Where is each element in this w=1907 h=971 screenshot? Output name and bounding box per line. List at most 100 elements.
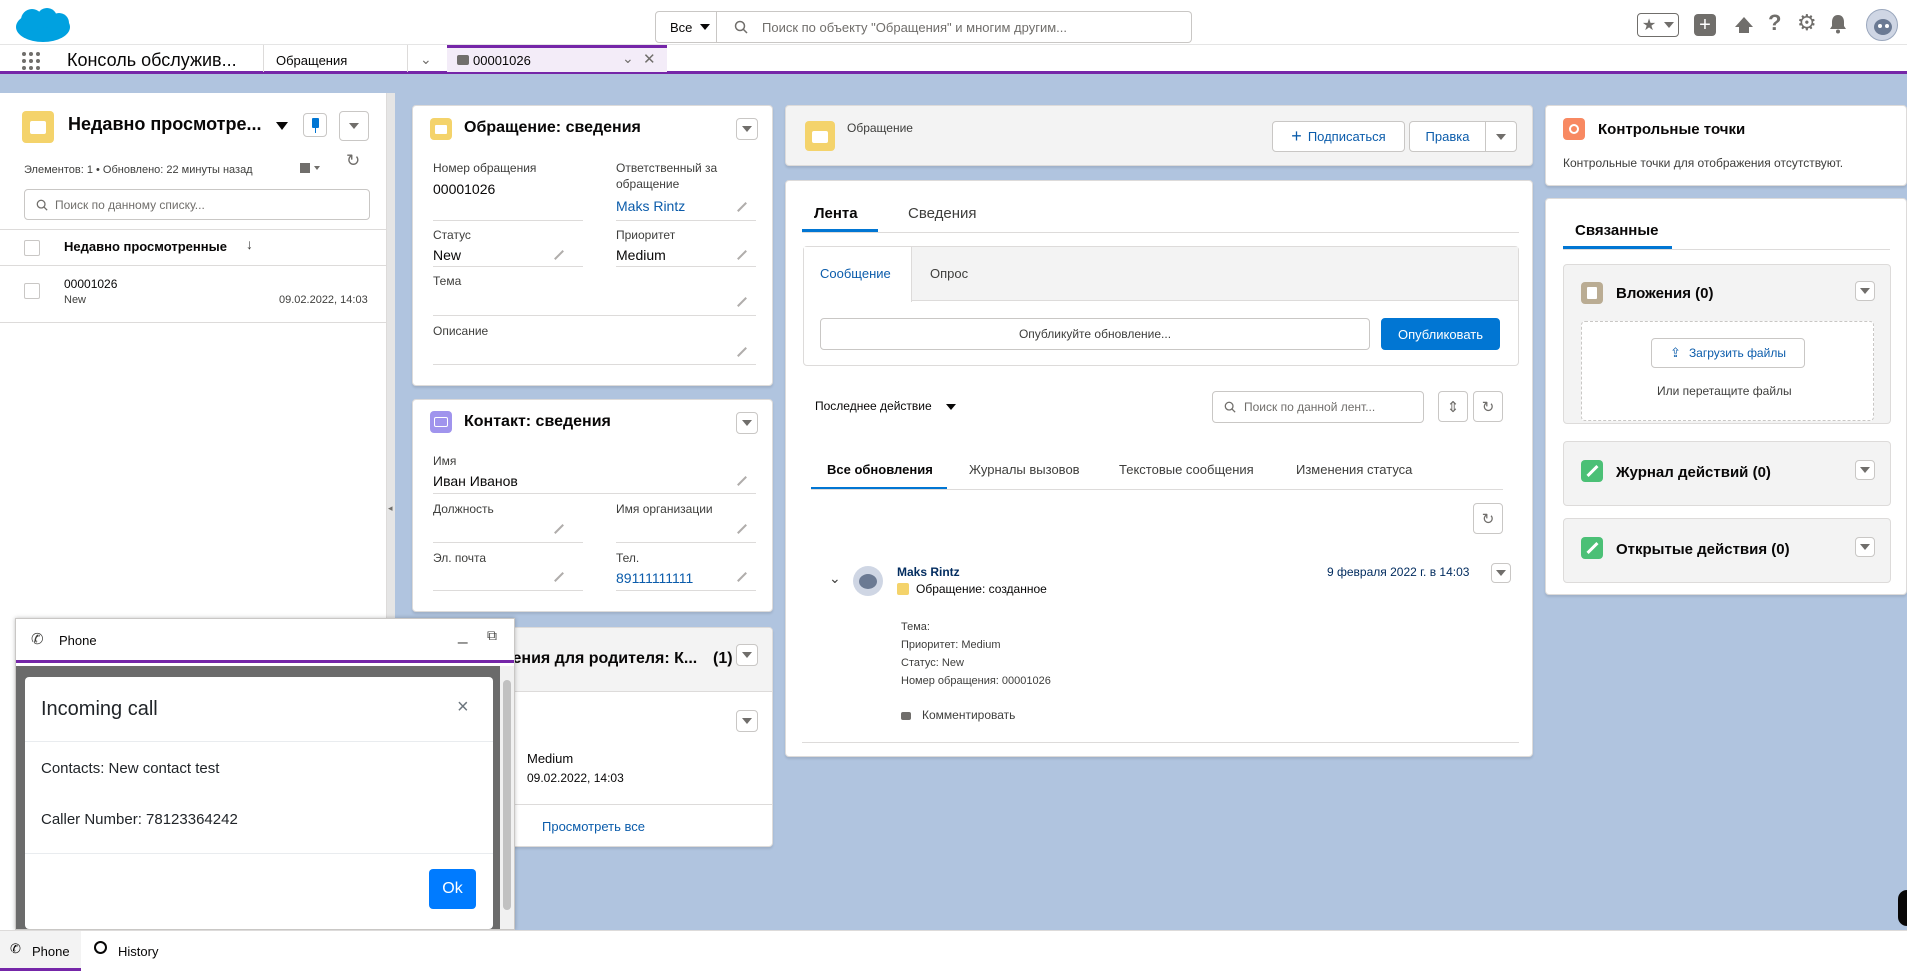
gear-icon[interactable]: ⚙ [1797, 10, 1817, 36]
owner-link[interactable]: Maks Rintz [616, 198, 685, 214]
app-launcher-icon[interactable] [22, 52, 42, 70]
feed-search-input[interactable]: Поиск по данной лент... [1212, 391, 1424, 423]
edit-pencil-icon[interactable] [737, 297, 747, 307]
softphone-scrollbar[interactable] [500, 666, 514, 929]
edit-pencil-icon[interactable] [554, 524, 564, 534]
search-scope-select[interactable]: Все [655, 11, 717, 43]
list-title[interactable]: Недавно просмотре... [68, 114, 261, 135]
popout-icon[interactable]: ⧉ [487, 627, 497, 644]
avatar[interactable] [1866, 9, 1898, 41]
refresh-feed-items-button[interactable]: ↻ [1473, 503, 1503, 534]
attachments-actions-button[interactable] [1855, 281, 1875, 301]
chevron-down-icon[interactable] [946, 404, 956, 410]
filter-status-changes[interactable]: Изменения статуса [1296, 462, 1412, 477]
select-all-checkbox[interactable] [24, 240, 40, 256]
sort-select[interactable]: Последнее действие [815, 399, 932, 413]
card-title[interactable]: щения для родителя: К... [499, 650, 697, 668]
post-input[interactable]: Опубликуйте обновление... [820, 318, 1370, 350]
help-icon[interactable]: ? [1768, 10, 1781, 36]
edit-pencil-icon[interactable] [737, 524, 747, 534]
edit-pencil-icon[interactable] [737, 572, 747, 582]
floating-avatar[interactable] [1898, 890, 1907, 926]
chevron-down-icon[interactable] [276, 122, 288, 130]
activity-log-title[interactable]: Журнал действий (0) [1616, 464, 1771, 481]
view-all-link[interactable]: Просмотреть все [542, 819, 645, 834]
close-icon[interactable]: ✕ [643, 50, 656, 68]
upload-files-button[interactable]: ⇪ Загрузить файлы [1651, 338, 1805, 368]
bell-icon[interactable] [1829, 14, 1847, 34]
ok-button[interactable]: Ok [429, 869, 476, 909]
row-case-number[interactable]: 00001026 [64, 277, 117, 291]
case-icon [430, 118, 452, 140]
chevron-down-icon[interactable]: ⌄ [622, 50, 634, 67]
favorites-button[interactable]: ★ [1637, 13, 1679, 37]
row-actions-button[interactable] [736, 710, 758, 732]
edit-pencil-icon[interactable] [554, 572, 564, 582]
edit-pencil-icon[interactable] [737, 250, 747, 260]
file-drop-zone[interactable]: ⇪ Загрузить файлы Или перетащите файлы [1581, 321, 1874, 421]
pin-button[interactable] [303, 113, 327, 137]
trailhead-icon[interactable] [1733, 15, 1755, 35]
list-view-toggle[interactable] [300, 157, 330, 179]
activity-log-actions-button[interactable] [1855, 460, 1875, 480]
tab-cases[interactable]: Обращения [276, 53, 347, 68]
open-activities-title[interactable]: Открытые действия (0) [1616, 541, 1790, 558]
global-search-placeholder: Поиск по объекту "Обращения" и многим др… [762, 19, 1067, 35]
collapse-post-chevron-icon[interactable]: ⌄ [829, 570, 841, 587]
tab-menu-chevron-icon[interactable]: ⌄ [420, 51, 432, 68]
attachments-title[interactable]: Вложения (0) [1616, 285, 1713, 302]
list-search-input[interactable]: Поиск по данному списку... [24, 189, 370, 220]
card-actions-button[interactable] [736, 412, 758, 434]
edit-pencil-icon[interactable] [737, 347, 747, 357]
row-case-date: 09.02.2022, 14:03 [279, 294, 368, 306]
refresh-feed-button[interactable]: ↻ [1473, 391, 1503, 422]
nav-divider [407, 45, 408, 72]
filter-text-messages[interactable]: Текстовые сообщения [1119, 462, 1254, 477]
contact-phone-link[interactable]: 89111111111 [616, 570, 693, 586]
author-avatar[interactable] [853, 566, 883, 596]
subscribe-button[interactable]: + Подписаться [1272, 121, 1405, 152]
subtab-message[interactable]: Сообщение [804, 247, 912, 302]
collapse-feed-button[interactable]: ⇕ [1438, 391, 1468, 422]
more-actions-button[interactable] [1485, 121, 1517, 152]
tab-feed[interactable]: Лента [814, 205, 858, 222]
global-search-input[interactable]: Поиск по объекту "Обращения" и многим др… [716, 11, 1192, 43]
list-actions-button[interactable] [339, 111, 369, 141]
utility-phone-tab[interactable]: ✆ Phone [0, 931, 81, 971]
list-icon [22, 111, 54, 143]
attachment-icon [1581, 282, 1603, 304]
filter-call-logs[interactable]: Журналы вызовов [969, 462, 1080, 477]
incoming-call-modal: Incoming call × Contacts: New contact te… [25, 677, 493, 929]
edit-pencil-icon[interactable] [737, 202, 747, 212]
sort-arrow-icon[interactable]: ↓ [246, 236, 253, 252]
open-activities-actions-button[interactable] [1855, 537, 1875, 557]
column-header[interactable]: Недавно просмотренные [64, 239, 227, 254]
publish-button[interactable]: Опубликовать [1381, 318, 1500, 350]
comment-link[interactable]: Комментировать [922, 708, 1015, 722]
card-actions-button[interactable] [736, 118, 758, 140]
minimize-icon[interactable]: _ [458, 625, 467, 645]
chevron-down-icon [700, 24, 711, 30]
edit-pencil-icon[interactable] [554, 250, 564, 260]
post-date[interactable]: 9 февраля 2022 г. в 14:03 [1327, 565, 1469, 579]
post-author-link[interactable]: Maks Rintz [897, 565, 960, 579]
subtab-poll[interactable]: Опрос [930, 266, 968, 281]
post-action: Обращение: созданное [916, 582, 1047, 596]
filter-all-updates[interactable]: Все обновления [827, 462, 933, 477]
row-checkbox[interactable] [24, 283, 40, 299]
post-actions-button[interactable] [1491, 563, 1511, 583]
tab-related[interactable]: Связанные [1575, 222, 1658, 239]
edit-button[interactable]: Правка [1409, 121, 1486, 152]
refresh-icon[interactable]: ↻ [346, 151, 360, 171]
global-create-button[interactable]: + [1694, 14, 1716, 36]
close-icon[interactable]: × [457, 696, 469, 719]
salesforce-logo[interactable] [14, 6, 72, 46]
edit-pencil-icon[interactable] [737, 476, 747, 486]
table-row[interactable]: 00001026 New 09.02.2022, 14:03 [0, 266, 387, 322]
utility-history-tab[interactable]: History [94, 931, 184, 971]
tab-details[interactable]: Сведения [908, 205, 977, 222]
card-actions-button[interactable] [736, 644, 758, 666]
tab-record-00001026[interactable]: 00001026 ⌄ ✕ [447, 45, 667, 72]
field-label: Номер обращения [433, 161, 537, 175]
contact-card-icon [430, 411, 452, 433]
